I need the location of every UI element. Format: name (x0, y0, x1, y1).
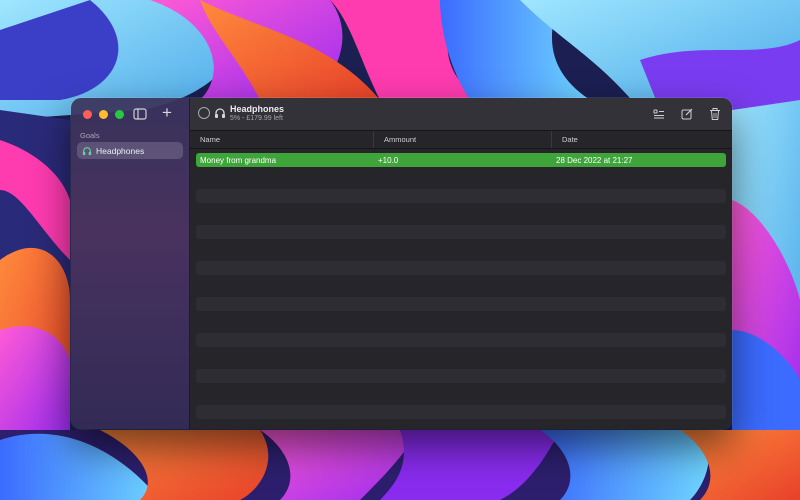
empty-row (196, 225, 726, 239)
sidebar-section-label: Goals (80, 131, 100, 140)
window-controls (83, 110, 124, 119)
headphones-icon (82, 146, 92, 155)
goal-title: Headphones (230, 104, 285, 114)
empty-row (196, 315, 726, 329)
list-icon[interactable] (652, 107, 666, 121)
edit-icon[interactable] (680, 107, 694, 121)
empty-row (196, 297, 726, 311)
empty-row (196, 207, 726, 221)
minimize-window-button[interactable] (99, 110, 108, 119)
cell-amount: +10.0 (378, 155, 399, 165)
sidebar: + Goals Headphones (71, 98, 190, 429)
progress-circle-icon (198, 107, 210, 119)
goal-progress-text: 5% - £179.99 left (230, 115, 283, 122)
toolbar: Headphones 5% - £179.99 left (190, 98, 732, 131)
empty-row (196, 279, 726, 293)
empty-row (196, 189, 726, 203)
empty-row (196, 405, 726, 419)
column-header-date[interactable]: Date (552, 131, 732, 148)
sidebar-toggle-icon[interactable] (133, 107, 147, 121)
column-header-amount[interactable]: Ammount (374, 131, 552, 148)
table-header: Name Ammount Date (190, 131, 732, 149)
table-row[interactable]: Money from grandma +10.0 28 Dec 2022 at … (196, 153, 726, 167)
empty-row (196, 171, 726, 185)
add-goal-button[interactable]: + (162, 104, 172, 122)
app-window: + Goals Headphones Headphones 5% - £179.… (71, 98, 732, 429)
cell-name: Money from grandma (200, 155, 277, 165)
close-window-button[interactable] (83, 110, 92, 119)
transactions-table: Money from grandma +10.0 28 Dec 2022 at … (190, 153, 732, 419)
trash-icon[interactable] (708, 107, 722, 121)
empty-row (196, 261, 726, 275)
empty-row (196, 351, 726, 365)
empty-row (196, 387, 726, 401)
cell-date: 28 Dec 2022 at 21:27 (556, 155, 633, 165)
sidebar-item-headphones[interactable]: Headphones (77, 142, 183, 159)
zoom-window-button[interactable] (115, 110, 124, 119)
column-header-name[interactable]: Name (190, 131, 374, 148)
empty-row (196, 243, 726, 257)
sidebar-item-label: Headphones (96, 145, 145, 156)
empty-row (196, 369, 726, 383)
headphones-icon (215, 108, 225, 118)
main-pane: Headphones 5% - £179.99 left Name Ammoun… (190, 98, 732, 429)
empty-row (196, 333, 726, 347)
